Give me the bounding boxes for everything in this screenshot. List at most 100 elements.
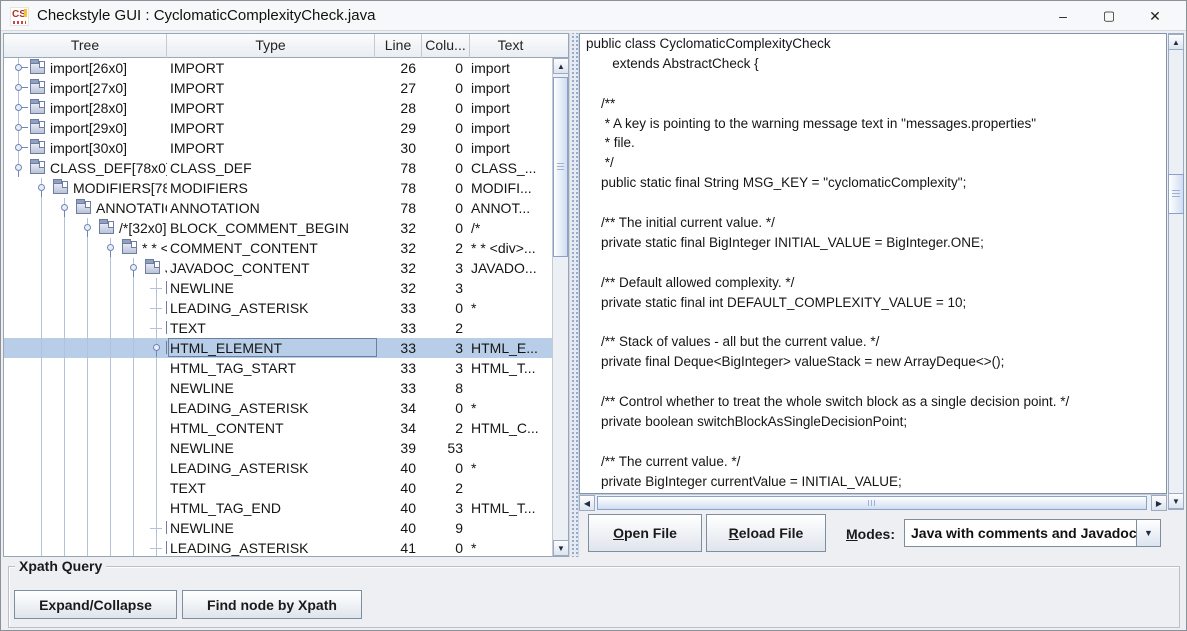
tree-guide-line [87, 478, 88, 498]
tree-cell: * * <d [4, 238, 167, 258]
scroll-down-icon[interactable]: ▼ [553, 540, 569, 556]
tree-guide-line [64, 498, 65, 518]
table-scrollbar-thumb[interactable] [553, 77, 568, 257]
handle-stem [22, 147, 28, 148]
collapse-handle-icon[interactable] [153, 344, 160, 351]
code-line: public class CyclomaticComplexityCheck [580, 34, 1166, 54]
tree-guide-line [133, 398, 134, 418]
table-row[interactable]: ANNOTATION[7ANNOTATION780ANNOT... [4, 198, 552, 218]
column-header-line[interactable]: Line [375, 34, 422, 58]
tree-guide-line [64, 458, 65, 478]
table-row[interactable]: import[30x0]IMPORT300import [4, 138, 552, 158]
text-cell: HTML_C... [470, 418, 551, 438]
table-row[interactable]: LEADING_ASTERISK400* [4, 458, 552, 478]
code-line [580, 372, 1166, 392]
tree-guide-line [133, 418, 134, 438]
column-cell: 2 [422, 238, 470, 258]
code-hscrollbar-thumb[interactable] [597, 496, 1147, 510]
clipped-node-icon [166, 541, 167, 554]
table-row[interactable]: NEWLINE338 [4, 378, 552, 398]
type-cell: CLASS_DEF [167, 158, 375, 178]
expand-handle-icon[interactable] [15, 64, 22, 71]
expand-handle-icon[interactable] [15, 84, 22, 91]
column-header-type[interactable]: Type [167, 34, 375, 58]
table-row[interactable]: LEADING_ASTERISK410* [4, 538, 552, 556]
code-line: public static final String MSG_KEY = "cy… [580, 173, 1166, 193]
tree-guide-line [156, 398, 157, 418]
ast-tree-table: Tree Type Line Colu... Text import[26x0]… [3, 33, 569, 557]
table-row[interactable]: HTML_TAG_END403HTML_T... [4, 498, 552, 518]
collapse-handle-icon[interactable] [107, 244, 114, 251]
type-cell: NEWLINE [167, 378, 375, 398]
tree-guide-line [110, 278, 111, 298]
expand-handle-icon[interactable] [15, 124, 22, 131]
open-file-button[interactable]: Open File [588, 514, 702, 552]
text-cell: * * <div>... [470, 238, 551, 258]
type-cell: HTML_TAG_END [167, 498, 375, 518]
reload-file-button[interactable]: Reload File [706, 514, 826, 552]
table-row[interactable]: NEWLINE409 [4, 518, 552, 538]
type-cell: HTML_TAG_START [167, 358, 375, 378]
code-scroll-right-icon[interactable]: ▶ [1151, 495, 1167, 511]
code-viewer[interactable]: public class CyclomaticComplexityCheck e… [579, 33, 1167, 494]
column-header-text[interactable]: Text [470, 34, 551, 58]
tree-guide-line [64, 278, 65, 298]
code-vertical-scrollbar[interactable]: ▲ ▼ [1168, 33, 1184, 510]
type-cell: IMPORT [167, 78, 375, 98]
expand-handle-icon[interactable] [15, 104, 22, 111]
close-button[interactable]: ✕ [1132, 1, 1178, 31]
find-node-by-xpath-button[interactable]: Find node by Xpath [182, 590, 362, 619]
table-row[interactable]: * * <dCOMMENT_CONTENT322* * <div>... [4, 238, 552, 258]
scroll-up-icon[interactable]: ▲ [553, 58, 569, 74]
line-cell: 29 [375, 118, 422, 138]
code-scroll-down-icon[interactable]: ▼ [1168, 493, 1184, 509]
code-scroll-up-icon[interactable]: ▲ [1168, 34, 1184, 50]
table-row[interactable]: NEWLINE3953 [4, 438, 552, 458]
tree-guide-line [87, 298, 88, 318]
table-row[interactable]: HTML_TAG_START333HTML_T... [4, 358, 552, 378]
type-cell: IMPORT [167, 58, 375, 78]
handle-stem [22, 127, 28, 128]
table-row[interactable]: MODIFIERS[78x0]MODIFIERS780MODIFI... [4, 178, 552, 198]
column-header-tree[interactable]: Tree [4, 34, 167, 58]
collapse-handle-icon[interactable] [61, 204, 68, 211]
code-scrollbar-thumb[interactable] [1168, 174, 1184, 214]
table-row[interactable]: HTML_ELEMENT333HTML_E... [4, 338, 552, 358]
minimize-button[interactable]: – [1040, 1, 1086, 31]
text-cell: HTML_T... [470, 358, 551, 378]
code-line [580, 74, 1166, 94]
table-row[interactable]: import[26x0]IMPORT260import [4, 58, 552, 78]
code-line [580, 193, 1166, 213]
table-row[interactable]: import[29x0]IMPORT290import [4, 118, 552, 138]
code-line: extends AbstractCheck { [580, 54, 1166, 74]
collapse-handle-icon[interactable] [38, 184, 45, 191]
table-vertical-scrollbar[interactable]: ▲ ▼ [552, 58, 568, 556]
code-scroll-left-icon[interactable]: ◀ [579, 495, 595, 511]
code-horizontal-scrollbar[interactable]: ◀ ▶ [579, 494, 1167, 510]
modes-combobox[interactable]: Java with comments and Javadocs ▼ [904, 519, 1161, 547]
table-row[interactable]: /*[32x0]BLOCK_COMMENT_BEGIN320/* [4, 218, 552, 238]
column-cell: 3 [422, 278, 470, 298]
table-row[interactable]: HTML_CONTENT342HTML_C... [4, 418, 552, 438]
tree-cell [4, 318, 167, 338]
table-row[interactable]: TEXT402 [4, 478, 552, 498]
collapse-handle-icon[interactable] [15, 164, 22, 171]
expand-handle-icon[interactable] [15, 144, 22, 151]
split-pane-divider[interactable] [569, 33, 579, 557]
table-row[interactable]: NEWLINE323 [4, 278, 552, 298]
code-line: private final Deque<BigInteger> valueSta… [580, 352, 1166, 372]
table-row[interactable]: LEADING_ASTERISK340* [4, 398, 552, 418]
collapse-handle-icon[interactable] [130, 264, 137, 271]
table-row[interactable]: LEADING_ASTERISK330* [4, 298, 552, 318]
table-row[interactable]: JAJAVADOC_CONTENT323JAVADO... [4, 258, 552, 278]
table-row[interactable]: import[28x0]IMPORT280import [4, 98, 552, 118]
table-row[interactable]: import[27x0]IMPORT270import [4, 78, 552, 98]
expand-collapse-button[interactable]: Expand/Collapse [14, 590, 177, 619]
combo-dropdown-icon[interactable]: ▼ [1136, 520, 1160, 546]
table-row[interactable]: TEXT332 [4, 318, 552, 338]
collapse-handle-icon[interactable] [84, 224, 91, 231]
table-row[interactable]: CLASS_DEF[78x0]CLASS_DEF780CLASS_... [4, 158, 552, 178]
column-header-column[interactable]: Colu... [422, 34, 470, 58]
tree-guide-line [133, 378, 134, 398]
maximize-button[interactable]: ▢ [1086, 1, 1132, 31]
